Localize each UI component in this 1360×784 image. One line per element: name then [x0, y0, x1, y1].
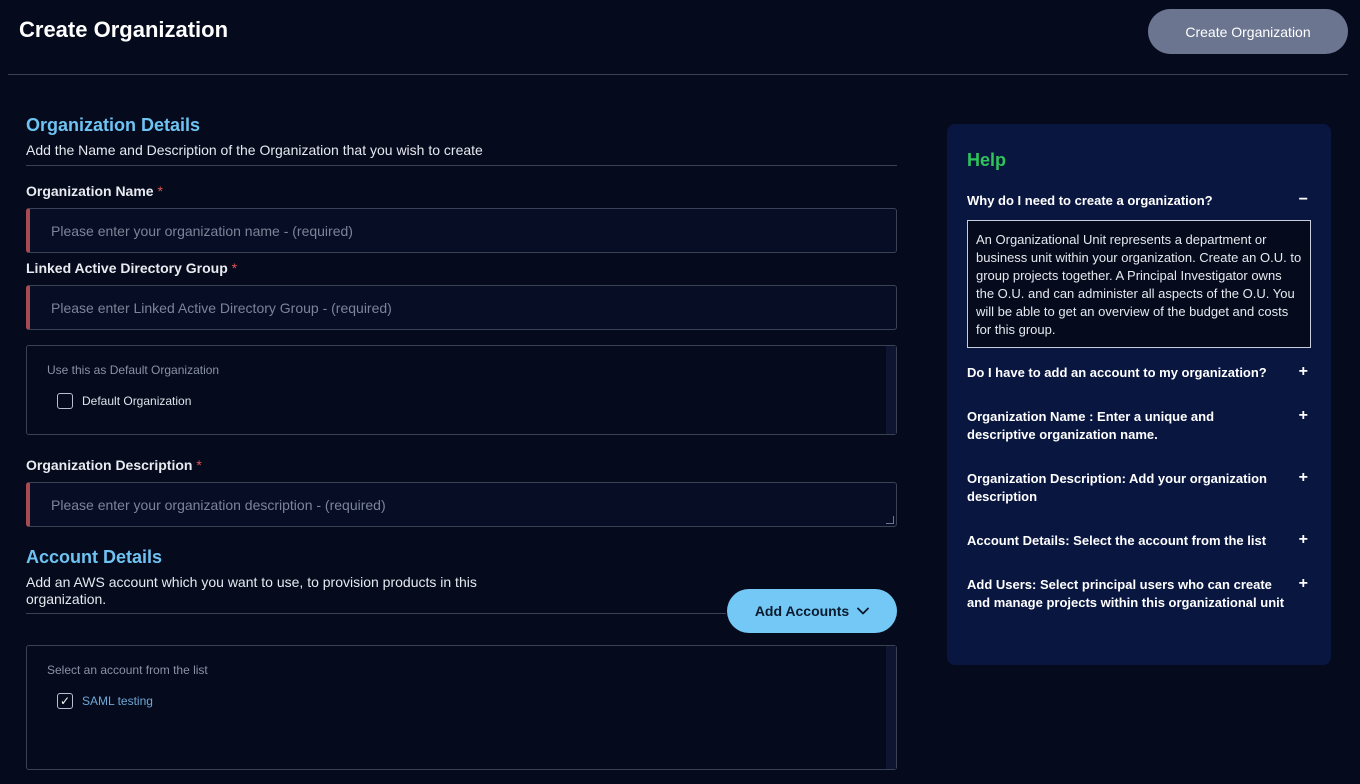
scrollbar[interactable] [886, 346, 896, 434]
create-organization-button[interactable]: Create Organization [1148, 9, 1348, 54]
help-title: Help [967, 150, 1007, 170]
help-question: Account Details: Select the account from… [967, 533, 1267, 548]
default-organization-checkbox[interactable] [57, 393, 73, 409]
help-answer: An Organizational Unit represents a depa… [967, 220, 1311, 348]
help-item-organization-description[interactable]: Organization Description: Add your organ… [967, 470, 1311, 506]
organization-description-label-text: Organization Description [26, 457, 193, 473]
organization-description-placeholder: Please enter your organization descripti… [51, 496, 386, 513]
section-divider [26, 165, 897, 166]
help-question: Organization Description: Add your organ… [967, 471, 1267, 504]
organization-details-title: Organization Details [26, 115, 201, 135]
account-checkbox-row[interactable]: ✓ SAML testing [57, 693, 153, 709]
help-item-add-account[interactable]: Do I have to add an account to my organi… [967, 364, 1311, 382]
ad-group-label-text: Linked Active Directory Group [26, 260, 228, 276]
account-list-fieldset: Select an account from the list ✓ SAML t… [26, 645, 897, 770]
add-accounts-button[interactable]: Add Accounts [727, 589, 897, 633]
collapse-icon[interactable]: − [1299, 192, 1308, 208]
required-mark: * [157, 183, 163, 199]
required-mark: * [196, 457, 202, 473]
page-title: Create Organization [19, 17, 229, 42]
expand-icon[interactable]: + [1299, 576, 1308, 592]
organization-name-input[interactable]: Please enter your organization name - (r… [26, 208, 897, 253]
check-icon: ✓ [59, 694, 71, 708]
help-question: Why do I need to create a organization? [967, 193, 1213, 208]
organization-name-label: Organization Name * [26, 183, 163, 199]
help-question: Do I have to add an account to my organi… [967, 365, 1267, 380]
ad-group-placeholder: Please enter Linked Active Directory Gro… [51, 299, 392, 316]
account-checkbox-label: SAML testing [82, 694, 153, 708]
section-divider [26, 613, 726, 614]
account-list-legend: Select an account from the list [47, 663, 208, 677]
expand-icon[interactable]: + [1299, 532, 1308, 548]
resize-grip-icon[interactable] [886, 516, 894, 524]
default-organization-checkbox-row[interactable]: Default Organization [57, 393, 191, 409]
ad-group-input[interactable]: Please enter Linked Active Directory Gro… [26, 285, 897, 330]
help-question: Organization Name : Enter a unique and d… [967, 409, 1215, 442]
expand-icon[interactable]: + [1299, 470, 1308, 486]
organization-description-textarea[interactable]: Please enter your organization descripti… [26, 482, 897, 527]
organization-name-placeholder: Please enter your organization name - (r… [51, 222, 353, 239]
add-accounts-label: Add Accounts [754, 603, 850, 619]
account-details-description: Add an AWS account which you want to use… [26, 574, 477, 607]
chevron-down-icon [857, 607, 870, 615]
organization-details-description: Add the Name and Description of the Orga… [26, 142, 483, 158]
scrollbar[interactable] [886, 646, 896, 769]
default-organization-fieldset: Use this as Default Organization Default… [26, 345, 897, 435]
account-details-title: Account Details [26, 547, 163, 567]
account-checkbox[interactable]: ✓ [57, 693, 73, 709]
required-mark: * [231, 260, 238, 276]
help-panel: Help Why do I need to create a organizat… [947, 124, 1331, 665]
help-item-add-users[interactable]: Add Users: Select principal users who ca… [967, 576, 1311, 612]
help-item-organization-name[interactable]: Organization Name : Enter a unique and d… [967, 408, 1311, 444]
expand-icon[interactable]: + [1299, 408, 1308, 424]
organization-description-label: Organization Description * [26, 457, 202, 473]
header-divider [8, 74, 1348, 75]
help-item-account-details[interactable]: Account Details: Select the account from… [967, 532, 1311, 550]
organization-name-label-text: Organization Name [26, 183, 154, 199]
help-item-why-create[interactable]: Why do I need to create a organization? … [967, 192, 1311, 210]
ad-group-label: Linked Active Directory Group * [26, 260, 237, 276]
default-organization-legend: Use this as Default Organization [47, 363, 220, 377]
default-organization-checkbox-label: Default Organization [82, 394, 192, 408]
help-question: Add Users: Select principal users who ca… [967, 577, 1285, 610]
expand-icon[interactable]: + [1299, 364, 1308, 380]
